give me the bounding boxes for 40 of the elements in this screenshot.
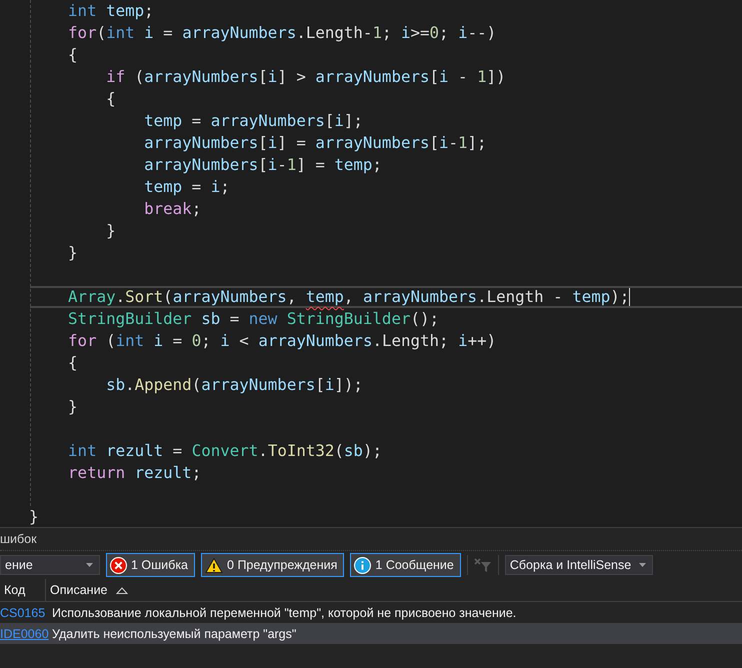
code-line: temp = arrayNumbers[i];: [143, 110, 363, 132]
filter-toggle-button[interactable]: 1 Ошибка: [106, 553, 196, 577]
code-line: int rezult = Convert.ToInt32(sb);: [67, 440, 382, 462]
error-row[interactable]: IDE0060 Удалить неиспользуемый параметр "args": [0, 623, 742, 644]
filter-toggle-button[interactable]: 1 Сообщение: [350, 553, 461, 577]
code-line: Array.Sort(arrayNumbers, temp, arrayNumbers.Length - temp);: [67, 286, 630, 308]
code-line: }: [28, 506, 40, 527]
error-description: Удалить неиспользуемый параметр "args": [51, 626, 298, 640]
code-line: StringBuilder sb = new StringBuilder();: [67, 308, 440, 330]
code-line: temp = i;: [143, 176, 230, 198]
code-line: }: [67, 396, 78, 418]
error-code-link[interactable]: CS0165: [0, 606, 46, 620]
code-line: arrayNumbers[i-1] = temp;: [143, 154, 382, 176]
code-line: int temp;: [67, 0, 154, 22]
code-line: if (arrayNumbers[i] > arrayNumbers[i - 1]): [105, 66, 506, 88]
code-line: }: [67, 242, 78, 264]
error-icon: [110, 556, 127, 574]
source-dropdown[interactable]: Сборка и IntelliSense: [504, 555, 653, 575]
column-header[interactable]: Описание: [46, 579, 742, 601]
filter-toggle-button[interactable]: 0 Предупреждения: [201, 553, 344, 577]
code-line: {: [67, 44, 78, 66]
error-row[interactable]: CS0165 Использование локальной переменной "temp", которой не присвоено значение.: [0, 602, 742, 623]
code-line: }: [105, 220, 116, 242]
code-line: {: [67, 352, 78, 374]
code-line: return rezult;: [67, 462, 202, 484]
error-description: Использование локальной переменной "temp", которой не присвоено значение.: [51, 606, 518, 620]
sort-ascending-icon: [116, 586, 128, 594]
column-header[interactable]: Код: [0, 579, 46, 601]
info-icon: [354, 556, 372, 574]
caret-icon: [86, 563, 93, 567]
warning-icon: [205, 556, 224, 574]
code-line: break;: [143, 198, 202, 220]
scope-dropdown[interactable]: ение: [0, 555, 100, 575]
text-cursor: [629, 288, 630, 306]
code-line: for (int i = 0; i < arrayNumbers.Length; i++): [67, 330, 496, 352]
code-line: for(int i = arrayNumbers.Length-1; i>=0; i--): [67, 22, 496, 44]
code-line: {: [105, 88, 116, 110]
code-line: arrayNumbers[i] = arrayNumbers[i-1];: [143, 132, 487, 154]
caret-icon: [638, 563, 646, 567]
code-line: sb.Append(arrayNumbers[i]);: [105, 374, 363, 396]
